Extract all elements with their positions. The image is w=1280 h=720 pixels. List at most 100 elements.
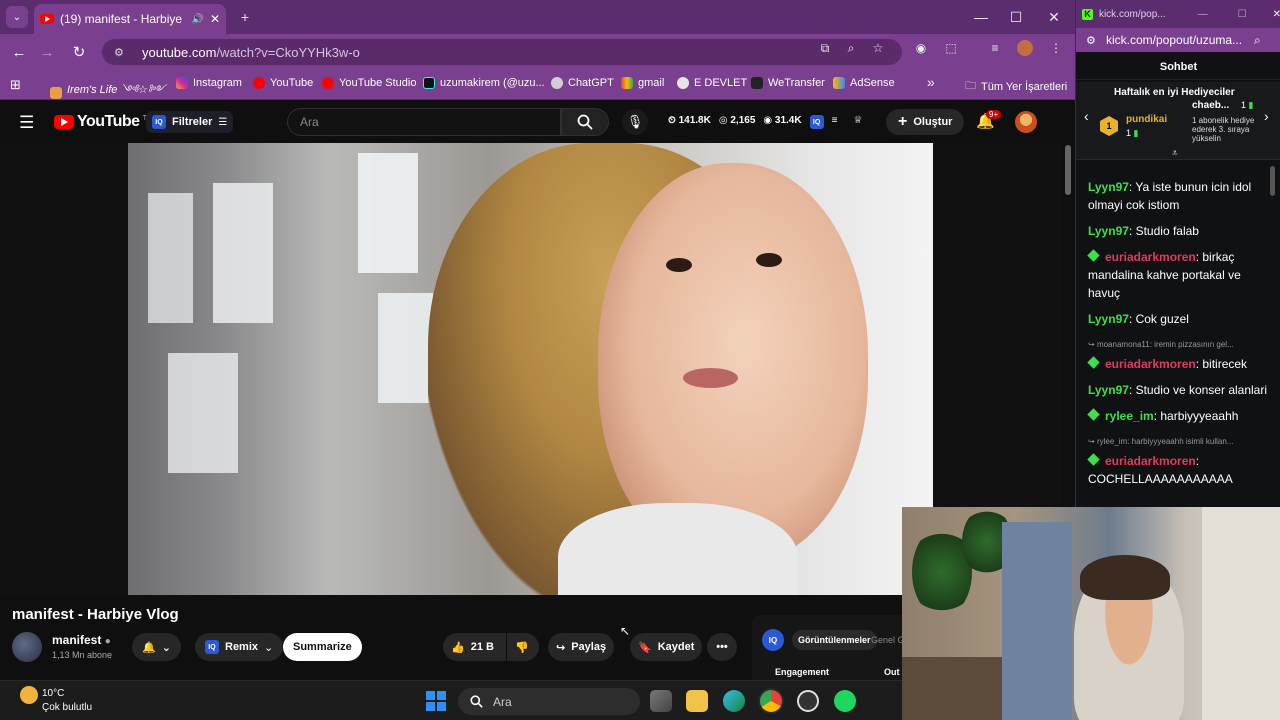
new-tab-button[interactable]: + [234,6,256,28]
search-icon [577,114,593,130]
prev-arrow-icon[interactable]: ‹ [1084,108,1089,124]
chrome-browser-icon[interactable] [760,690,782,712]
speaker-icon[interactable]: 🔊 [191,14,203,25]
remix-button[interactable]: IQ Remix ⌄ [195,633,284,661]
bookmark-gmail[interactable]: gmail [621,77,664,89]
tab-views[interactable]: Görüntülenmeler [792,630,877,650]
video-lips [683,368,738,388]
expand-arrow-icon[interactable]: ⩡ [1172,148,1178,159]
next-arrow-icon[interactable]: › [1264,108,1269,124]
channel-avatar[interactable] [12,632,42,662]
iq-panel-logo: IQ [762,629,784,651]
reload-button[interactable]: ↻ [68,41,90,63]
file-explorer-icon[interactable] [686,690,708,712]
youtube-icon [253,77,265,89]
plus-icon: + [898,113,908,130]
kick-address-bar[interactable]: ⚙ kick.com/popout/uzuma... ⌕ [1076,28,1280,52]
close-window-button[interactable]: ✕ [1273,9,1280,20]
camera-extension-icon[interactable]: ◉ [913,40,929,56]
tab-youtube[interactable]: (19) manifest - Harbiye Vlog 🔊 ✕ [34,4,226,34]
channel-name[interactable]: manifest ● [52,633,111,647]
search-button[interactable] [561,108,609,136]
sliders-icon: ☰ [218,116,228,128]
more-actions-button[interactable]: ••• [707,633,737,661]
bookmark-star-icon[interactable]: ☆ [870,40,886,56]
address-bar[interactable]: ⚙ youtube.com/watch?v=CkoYYHk3w-o [102,39,902,65]
url-path: /watch?v=CkoYYHk3w-o [216,44,360,60]
summarize-button[interactable]: Summarize [283,633,362,661]
more-bookmarks-button[interactable]: » [927,74,935,90]
weather-temp[interactable]: 10°C [42,688,64,699]
iq-extension-icon[interactable]: IQ [809,115,824,129]
windows-taskbar: 10°C Çok bulutlu Ara [0,680,902,720]
bookmark-wetransfer[interactable]: WeTransfer [751,77,825,89]
gifters-title: Haftalık en iyi Hediyeciler [1114,87,1235,98]
media-control-icon[interactable]: ≡ [987,40,1003,56]
task-view-icon[interactable] [650,690,672,712]
forward-button[interactable]: → [36,41,58,63]
bookmark-instagram[interactable]: Instagram [176,77,242,89]
spotify-icon[interactable] [834,690,856,712]
video-person-face [598,163,868,563]
site-info-icon[interactable]: ⚙ [114,46,128,59]
install-app-icon[interactable]: ⧉ [817,40,833,56]
list-icon[interactable]: ≡ [832,115,838,129]
search-input[interactable]: Ara [287,108,561,136]
trophy-icon[interactable]: ♕ [853,115,862,129]
back-button[interactable]: ← [8,41,30,63]
chat-message: Lyyn97: Cok guzel [1088,312,1189,326]
top-gifter-name[interactable]: pundikai [1126,114,1167,125]
bookmark-youtube[interactable]: YouTube [253,77,313,89]
scrollbar-thumb[interactable] [1065,145,1071,195]
subscriber-badge-icon [1087,453,1100,466]
dislike-button[interactable]: 👎 [507,633,539,661]
maximize-button[interactable]: ☐ [1005,6,1027,28]
tiktok-icon [423,77,435,89]
zoom-icon[interactable]: ⌕ [843,40,859,56]
chat-message: ↪ moanamona11: iremin pizzasının gel... e… [1087,336,1274,373]
menu-icon[interactable]: ⋮ [1048,40,1064,56]
close-window-button[interactable]: ✕ [1043,6,1065,28]
account-avatar[interactable] [1015,111,1037,133]
hamburger-menu-icon[interactable]: ☰ [19,113,34,133]
tab-general[interactable]: Genel G [871,635,905,645]
share-icon: ↪ [556,641,566,654]
bookmark-tiktok[interactable]: uzumakirem (@uzu... [423,77,545,89]
save-button[interactable]: 🔖 Kaydet [630,633,703,661]
chat-message: rylee_im: harbiyyyeaahh [1087,407,1274,425]
apps-icon[interactable]: ⊞ [10,77,21,93]
bookmark-adsense[interactable]: AdSense [833,77,895,89]
tab-search-button[interactable]: ⌄ [6,6,28,28]
like-button[interactable]: 👍 21 B [443,633,506,661]
maximize-button[interactable]: ☐ [1238,9,1247,20]
extensions-icon[interactable]: ⬚ [943,40,959,56]
notification-badge: 9+ [986,110,1002,119]
minimize-button[interactable]: — [1198,9,1208,20]
notification-settings-button[interactable]: 🔔 ⌄ [132,633,181,661]
bookmark-edevlet[interactable]: E DEVLET [677,77,747,89]
second-gifter-name[interactable]: chaeb... [1192,100,1229,111]
gold-medal-icon: 1 [1100,116,1118,136]
voice-search-mic-icon[interactable]: 🎙 [622,109,648,135]
video-frame[interactable] [128,143,933,595]
edge-browser-icon[interactable] [723,690,745,712]
all-bookmarks-folder[interactable]: 🗀 Tüm Yer İşaretleri [965,77,1067,96]
youtube-logo[interactable]: YouTube TR [54,113,151,131]
filters-button[interactable]: IQ Filtreler ☰ [146,111,234,133]
taskbar-search-input[interactable]: Ara [458,688,640,715]
windows-start-icon[interactable] [426,691,446,711]
weather-desc[interactable]: Çok bulutlu [42,702,92,713]
minimize-button[interactable]: — [970,6,992,28]
close-tab-icon[interactable]: ✕ [210,12,220,26]
bookmark-emoji-icon [50,86,62,99]
profile-icon[interactable] [1017,40,1033,56]
weather-cloudy-icon[interactable] [20,686,38,704]
bookmark-youtube-studio[interactable]: YouTube Studio [322,77,416,89]
bookmark-chatgpt[interactable]: ChatGPT [551,77,614,89]
create-button[interactable]: + Oluştur [886,109,965,135]
obs-studio-icon[interactable] [797,690,819,712]
search-icon[interactable]: ⌕ [1254,33,1261,48]
chat-messages: Lyyn97: Ya iste bunun icin idol olmayi c… [1087,178,1274,496]
subscriber-badge-icon [1087,356,1100,369]
share-button[interactable]: ↪ Paylaş [548,633,615,661]
